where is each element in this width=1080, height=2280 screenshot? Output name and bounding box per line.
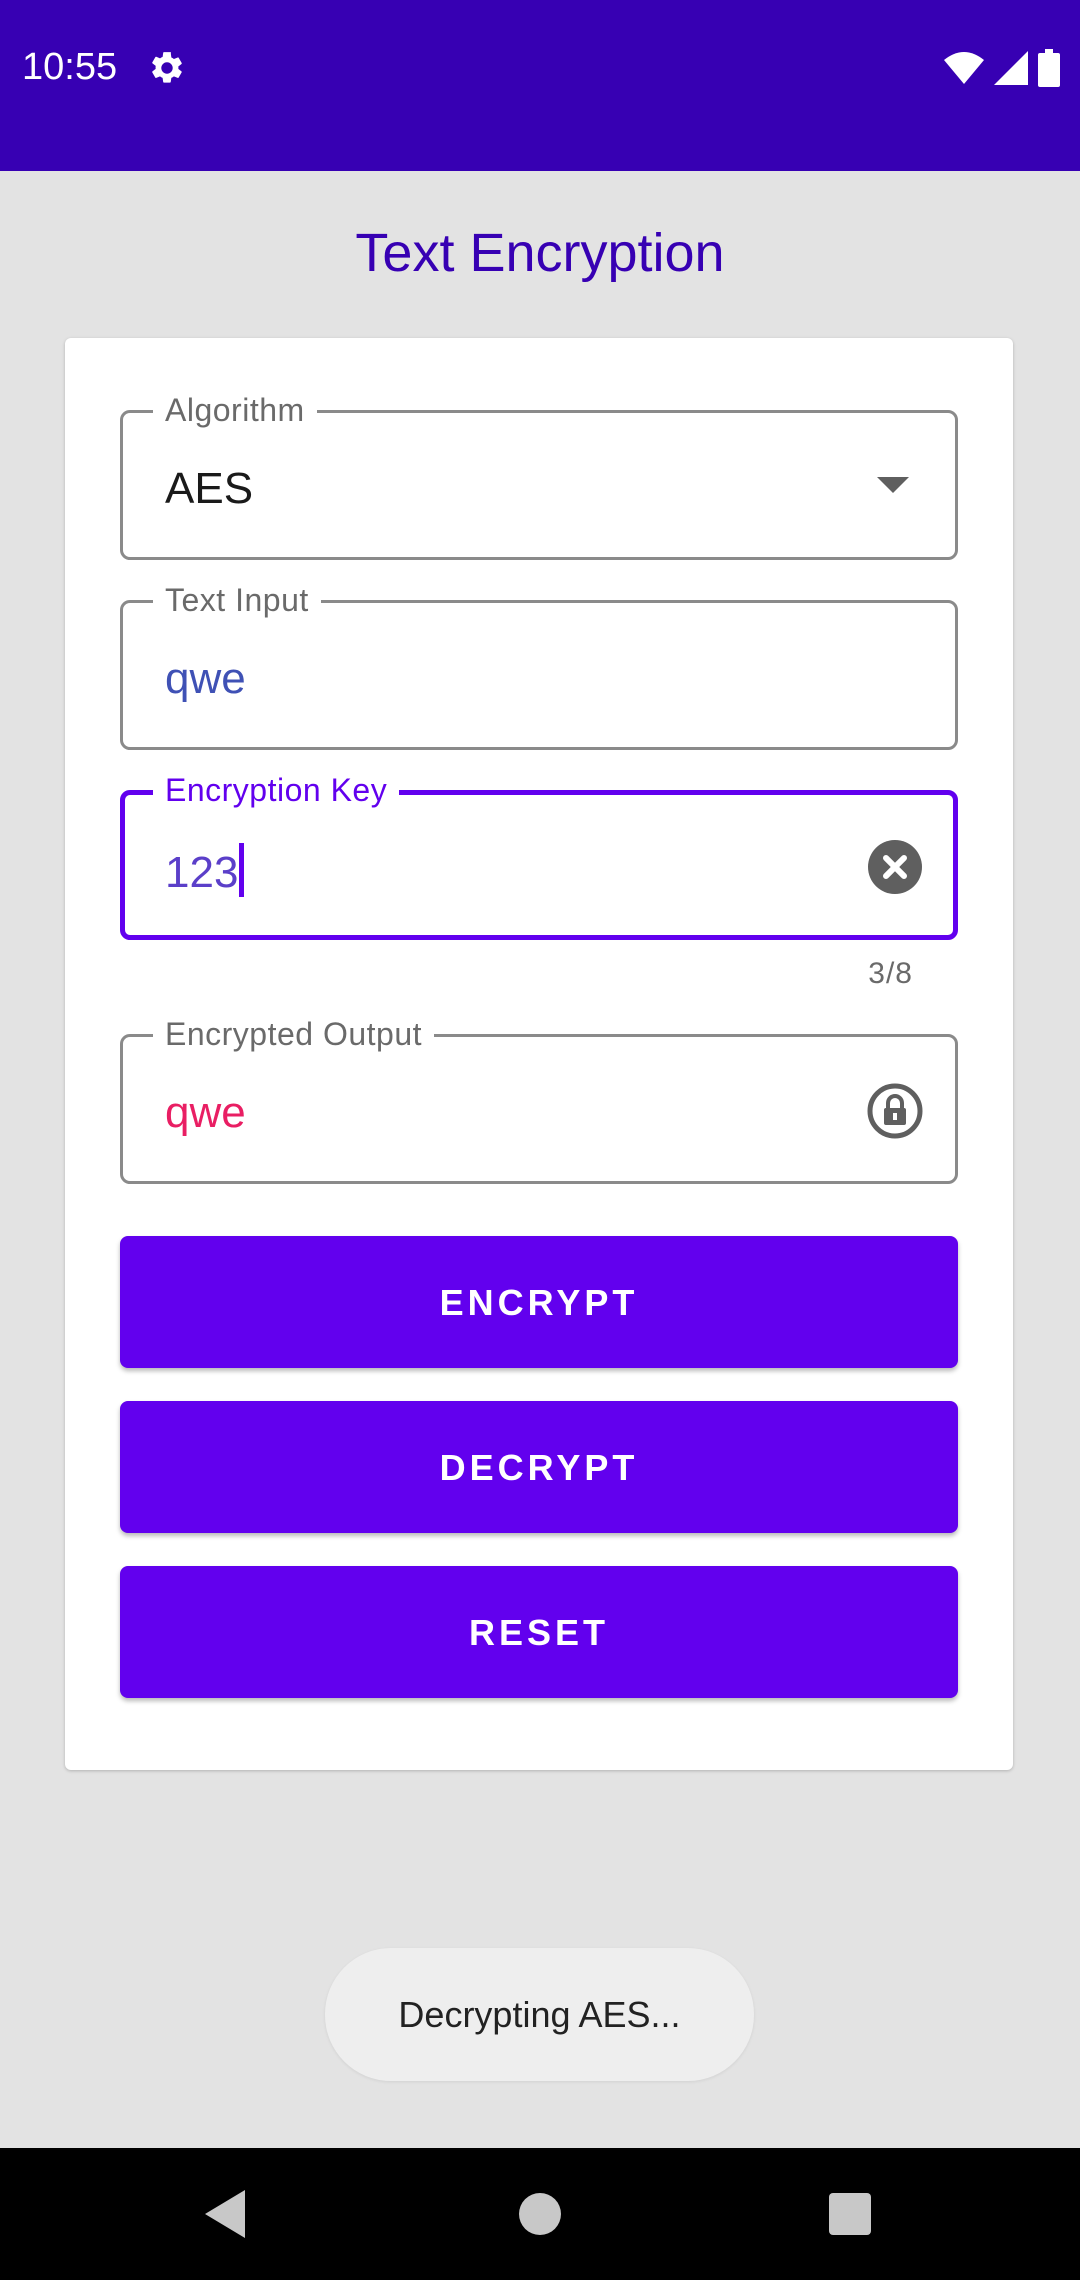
encryption-card: Algorithm AES Text Input qwe Encryption … <box>65 338 1013 1770</box>
home-icon[interactable] <box>519 2193 561 2235</box>
reset-button[interactable]: RESET <box>120 1566 958 1698</box>
encrypt-button[interactable]: ENCRYPT <box>120 1236 958 1368</box>
algorithm-label: Algorithm <box>153 391 317 429</box>
algorithm-value: AES <box>165 464 254 513</box>
recents-icon[interactable] <box>829 2193 871 2235</box>
status-bar: 10:55 <box>0 0 1080 171</box>
dropdown-arrow-icon[interactable] <box>877 477 909 493</box>
encryption-key-input[interactable]: 123 <box>165 843 245 899</box>
decrypt-button[interactable]: DECRYPT <box>120 1401 958 1533</box>
encryption-key-field[interactable]: Encryption Key 123 <box>120 771 958 940</box>
wifi-icon <box>944 52 984 84</box>
encryption-key-value: 123 <box>165 848 239 897</box>
lock-icon[interactable] <box>867 1083 923 1139</box>
text-input-label: Text Input <box>153 581 321 619</box>
status-time: 10:55 <box>22 46 118 88</box>
text-input-field[interactable]: Text Input qwe <box>120 581 958 750</box>
text-input-value[interactable]: qwe <box>165 653 246 705</box>
encrypted-output-field[interactable]: Encrypted Output qwe <box>120 1015 958 1184</box>
encrypted-output-label: Encrypted Output <box>153 1015 435 1053</box>
text-cursor <box>239 843 245 897</box>
status-icons <box>944 48 1060 88</box>
signal-icon <box>994 51 1028 85</box>
back-icon[interactable] <box>205 2190 245 2238</box>
toast-message: Decrypting AES... <box>325 1948 754 2081</box>
page-title: Text Encryption <box>355 223 725 283</box>
navigation-bar <box>0 2148 1080 2280</box>
key-character-counter: 3/8 <box>868 957 913 990</box>
battery-icon <box>1038 49 1060 87</box>
settings-icon <box>152 52 182 83</box>
algorithm-dropdown[interactable]: Algorithm AES <box>120 391 958 560</box>
encrypted-output-value[interactable]: qwe <box>165 1087 246 1139</box>
clear-icon[interactable] <box>867 839 923 895</box>
encryption-key-label: Encryption Key <box>153 771 400 809</box>
